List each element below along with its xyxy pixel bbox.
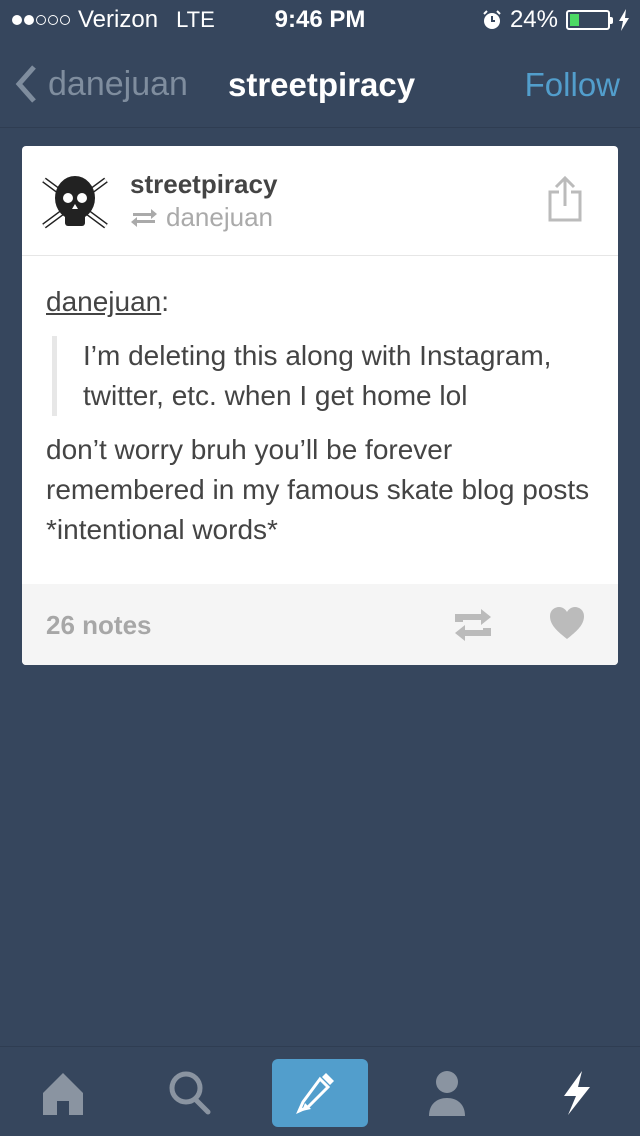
page-title: streetpiracy <box>228 66 416 103</box>
heart-icon[interactable] <box>549 606 585 640</box>
pencil-icon <box>296 1073 334 1114</box>
reblog-icon[interactable] <box>454 608 492 642</box>
skull-avatar-icon[interactable] <box>40 170 110 230</box>
navigation-bar: danejuan streetpiracy Follow <box>0 40 640 128</box>
tab-home[interactable] <box>15 1059 111 1127</box>
post-body: danejuan: I’m deleting this along with I… <box>22 256 618 550</box>
blog-name[interactable]: streetpiracy <box>130 169 277 200</box>
tab-activity[interactable] <box>528 1059 624 1127</box>
source-user-link[interactable]: danejuan <box>46 286 161 317</box>
tab-search[interactable] <box>142 1059 238 1127</box>
post-header: streetpiracy danejuan <box>22 146 618 256</box>
search-icon <box>169 1071 211 1115</box>
back-button[interactable]: danejuan <box>14 64 188 104</box>
bolt-icon <box>619 9 629 31</box>
lightning-icon <box>564 1071 590 1115</box>
post-footer: 26 notes <box>22 584 618 665</box>
tab-compose[interactable] <box>272 1059 368 1127</box>
post-card: streetpiracy danejuan danejuan: I’m dele… <box>22 146 618 665</box>
home-icon <box>43 1073 83 1115</box>
post-text: don’t worry bruh you’ll be forever remem… <box>46 434 590 545</box>
chevron-left-icon <box>15 65 36 103</box>
reblog-attribution: danejuan <box>130 202 273 233</box>
reblog-icon <box>131 208 157 227</box>
reblogged-from-user[interactable]: danejuan <box>166 202 273 233</box>
battery-icon <box>566 10 613 30</box>
notes-count[interactable]: 26 notes <box>46 610 152 641</box>
battery-percent: 24% <box>509 6 558 33</box>
follow-button[interactable]: Follow <box>525 66 620 104</box>
source-colon: : <box>161 286 170 317</box>
blockquote: I’m deleting this along with Instagram, … <box>52 336 594 416</box>
alarm-clock-icon <box>483 10 501 29</box>
source-attribution: danejuan: <box>46 282 594 322</box>
person-icon <box>429 1071 465 1116</box>
share-icon[interactable] <box>548 174 582 222</box>
tab-account[interactable] <box>399 1059 495 1127</box>
back-label: danejuan <box>48 64 188 103</box>
status-bar: Verizon LTE 9:46 PM 24% <box>0 0 640 40</box>
tab-bar <box>0 1046 640 1136</box>
